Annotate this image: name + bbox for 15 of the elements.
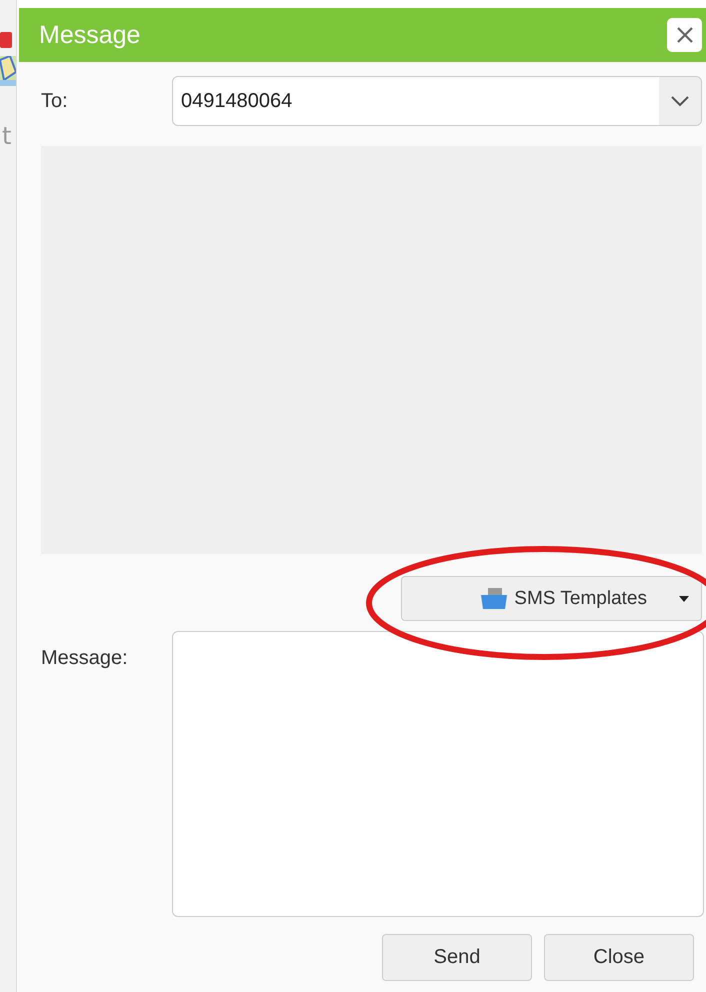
background-text: t <box>2 124 12 148</box>
sms-templates-button[interactable]: SMS Templates <box>401 576 702 621</box>
caret-icon <box>679 596 689 602</box>
map-icon <box>0 56 16 86</box>
recipient-dropdown[interactable]: 0491480064 <box>172 76 702 126</box>
dialog-button[interactable]: Send <box>382 934 532 981</box>
close-icon <box>676 26 694 44</box>
dialog-button[interactable]: Close <box>544 934 694 981</box>
close-button[interactable] <box>667 18 702 52</box>
dialog-title: Message <box>39 20 140 50</box>
chevron-down-icon <box>670 95 690 107</box>
folder-icon <box>480 588 508 610</box>
to-label: To: <box>41 90 69 112</box>
message-input[interactable] <box>172 631 704 917</box>
message-label: Message: <box>41 646 129 670</box>
